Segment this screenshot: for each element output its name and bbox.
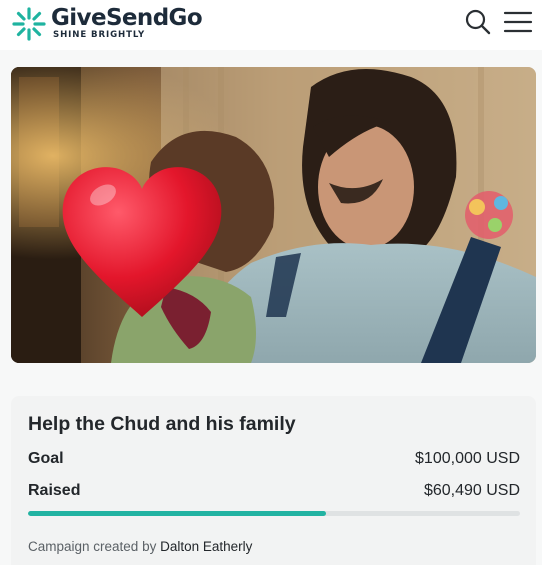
goal-value: $100,000 USD [415,450,520,467]
raised-value: $60,490 USD [423,482,520,499]
creator-name-link[interactable]: Dalton Eatherly [160,539,252,554]
campaign-photo [11,67,536,363]
fundraising-progress-bar [28,511,520,516]
hamburger-menu-icon[interactable] [503,10,533,34]
campaign-summary-card: Help the Chud and his family Goal $100,0… [11,396,536,565]
givesendgo-logo[interactable]: GiveSendGo SHINE BRIGHTLY [11,2,203,46]
brand-name: GiveSendGo [51,5,203,31]
raised-label: Raised [28,482,81,499]
site-header: GiveSendGo SHINE BRIGHTLY [0,0,542,50]
search-icon[interactable] [465,9,491,35]
campaign-creator: Campaign created by Dalton Eatherly [28,539,252,554]
sparkle-logo-icon [12,7,46,41]
brand-tagline: SHINE BRIGHTLY [53,30,146,40]
campaign-title: Help the Chud and his family [28,413,296,435]
creator-prefix: Campaign created by [28,539,157,554]
fundraising-progress-fill [28,511,326,516]
goal-label: Goal [28,450,64,467]
campaign-hero-image [11,67,536,363]
